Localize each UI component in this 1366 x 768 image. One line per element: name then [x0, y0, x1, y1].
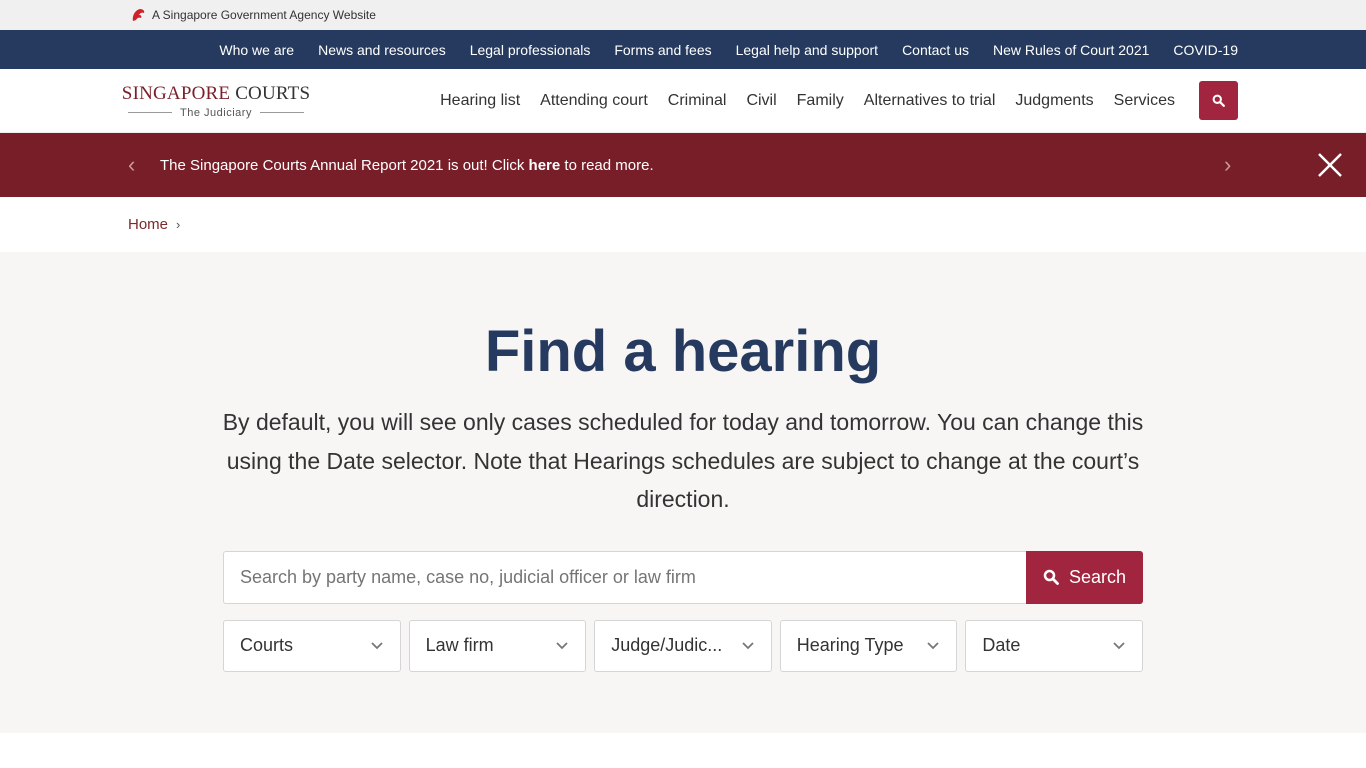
nav-alternatives-to-trial[interactable]: Alternatives to trial — [864, 92, 996, 110]
banner-text-before: The Singapore Courts Annual Report 2021 … — [160, 156, 529, 174]
lion-head-icon — [132, 9, 145, 21]
logo-subtitle: The Judiciary — [180, 106, 252, 119]
judge-dropdown-label: Judge/Judic... — [611, 635, 723, 655]
nav-attending-court[interactable]: Attending court — [540, 92, 648, 110]
banner-link[interactable]: here — [529, 157, 561, 174]
nav-services[interactable]: Services — [1114, 92, 1175, 110]
banner-prev-button[interactable]: ‹ — [128, 152, 135, 178]
chevron-down-icon — [370, 641, 383, 649]
banner-text-after: to read more. — [560, 156, 654, 174]
search-icon — [1212, 94, 1225, 107]
breadcrumb: Home › — [0, 197, 1366, 252]
hearing-type-dropdown-label: Hearing Type — [796, 635, 904, 655]
search-input[interactable] — [223, 550, 1026, 604]
chevron-down-icon — [556, 641, 568, 649]
judge-dropdown[interactable]: Judge/Judic... — [594, 619, 772, 672]
courts-dropdown-label: Courts — [240, 635, 294, 655]
chevron-down-icon — [742, 641, 754, 649]
chevron-down-icon — [927, 641, 940, 649]
courts-dropdown[interactable]: Courts — [223, 619, 401, 672]
top-navigation: Who we are News and resources Legal prof… — [0, 30, 1366, 69]
banner-text: The Singapore Courts Annual Report 2021 … — [160, 157, 654, 174]
topnav-who-we-are[interactable]: Who we are — [219, 42, 294, 58]
search-button-label: Search — [1068, 566, 1127, 587]
banner-next-button[interactable]: › — [1224, 152, 1231, 178]
site-header: SINGAPORE COURTS The Judiciary Hearing l… — [0, 69, 1366, 133]
logo-text-singapore: SINGAPORE — [121, 82, 231, 104]
page-description: By default, you will see only cases sche… — [222, 409, 1144, 512]
topnav-covid[interactable]: COVID-19 — [1173, 42, 1238, 58]
date-dropdown-label: Date — [982, 635, 1021, 655]
breadcrumb-home[interactable]: Home — [128, 216, 168, 233]
search-bar: Search — [223, 550, 1143, 604]
gov-masthead: A Singapore Government Agency Website — [0, 0, 1366, 30]
law-firm-dropdown[interactable]: Law firm — [408, 619, 587, 672]
search-icon — [1043, 569, 1059, 585]
nav-civil[interactable]: Civil — [746, 92, 776, 110]
topnav-legal-professionals[interactable]: Legal professionals — [470, 42, 591, 58]
nav-criminal[interactable]: Criminal — [668, 92, 727, 110]
filter-row: Courts Law firm Judge/Judic... Hearing T… — [223, 619, 1143, 672]
topnav-forms-and-fees[interactable]: Forms and fees — [614, 42, 711, 58]
masthead-text: A Singapore Government Agency Website — [152, 8, 376, 22]
nav-judgments[interactable]: Judgments — [1015, 92, 1093, 110]
page-title: Find a hearing — [484, 319, 882, 384]
logo-text-courts: COURTS — [235, 82, 311, 104]
nav-family[interactable]: Family — [797, 92, 844, 110]
topnav-new-rules[interactable]: New Rules of Court 2021 — [993, 42, 1149, 58]
search-button[interactable]: Search — [1026, 550, 1143, 604]
announcement-banner: ‹ The Singapore Courts Annual Report 202… — [0, 133, 1366, 197]
hearing-search-section: Find a hearing By default, you will see … — [0, 252, 1366, 733]
topnav-contact-us[interactable]: Contact us — [902, 42, 969, 58]
logo-divider — [259, 112, 305, 113]
nav-hearing-list[interactable]: Hearing list — [440, 92, 520, 110]
main-navigation: Hearing list Attending court Criminal Ci… — [420, 81, 1238, 120]
header-search-button[interactable] — [1199, 81, 1238, 120]
logo-divider — [128, 112, 173, 113]
site-logo[interactable]: SINGAPORE COURTS The Judiciary — [122, 83, 310, 119]
topnav-legal-help[interactable]: Legal help and support — [736, 42, 878, 58]
chevron-down-icon — [1113, 641, 1125, 649]
close-icon[interactable] — [1316, 151, 1344, 179]
breadcrumb-separator: › — [176, 217, 181, 232]
hearing-type-dropdown[interactable]: Hearing Type — [779, 619, 958, 672]
law-firm-dropdown-label: Law firm — [425, 635, 494, 655]
date-dropdown[interactable]: Date — [965, 619, 1143, 672]
topnav-news-and-resources[interactable]: News and resources — [318, 42, 446, 58]
